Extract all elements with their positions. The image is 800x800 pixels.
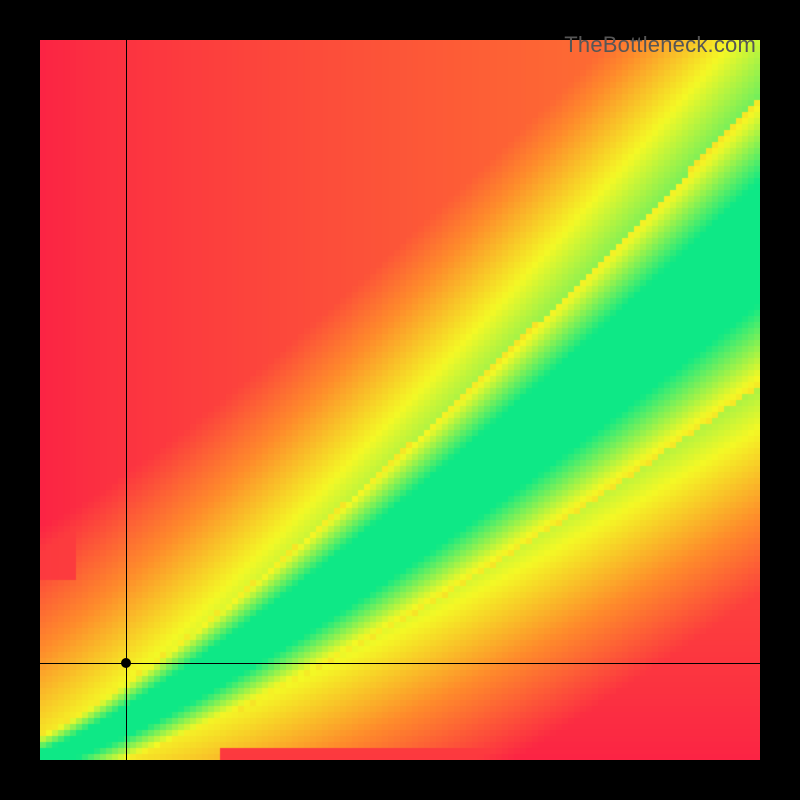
heatmap-canvas [40,40,760,760]
heatmap-plot [40,40,760,760]
chart-frame: TheBottleneck.com [0,0,800,800]
